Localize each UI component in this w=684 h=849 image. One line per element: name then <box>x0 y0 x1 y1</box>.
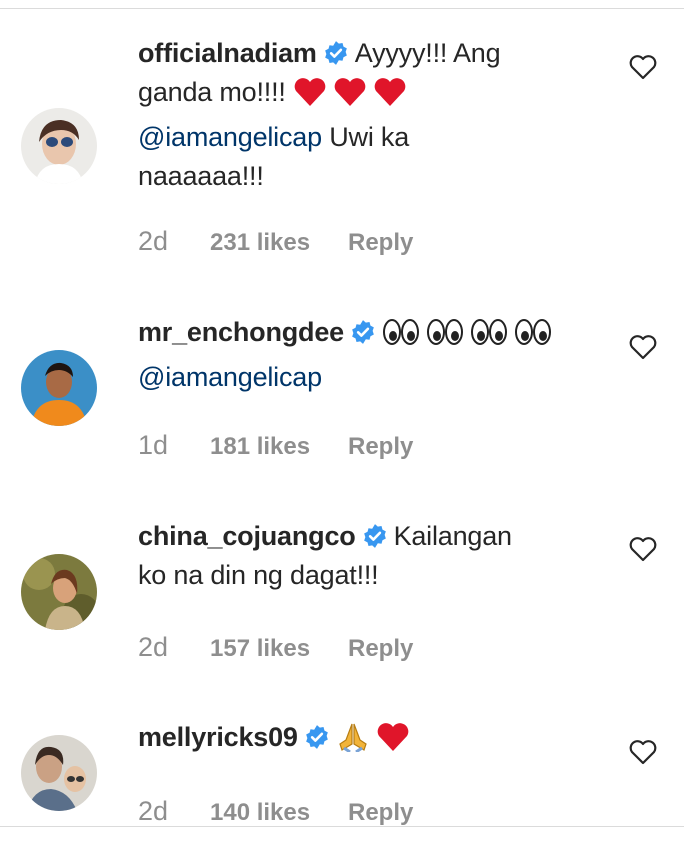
likes-count[interactable]: 140 likes <box>210 799 348 826</box>
comment-username[interactable]: mr_enchongdee <box>138 317 344 347</box>
verified-badge-icon <box>305 725 328 749</box>
comment-meta: 2d 157 likes Reply <box>138 632 413 663</box>
folded-hands-emoji <box>336 722 370 763</box>
comment-time[interactable]: 2d <box>138 796 210 826</box>
red-heart-emoji <box>376 722 410 763</box>
comment-meta: 2d 231 likes Reply <box>138 226 413 257</box>
comment-text: Uwi ka <box>329 122 410 152</box>
reply-button[interactable]: Reply <box>348 799 413 826</box>
eyes-emoji <box>382 317 420 358</box>
eyes-emoji <box>470 317 508 358</box>
comment-time[interactable]: 1d <box>138 430 210 461</box>
comment-text: ganda mo!!!! <box>138 77 286 107</box>
avatar[interactable] <box>21 108 97 184</box>
red-heart-emoji <box>373 77 407 118</box>
comment-username[interactable]: mellyricks09 <box>138 722 298 752</box>
heart-outline-icon[interactable] <box>628 333 658 361</box>
heart-outline-icon[interactable] <box>628 535 658 563</box>
verified-badge-icon <box>324 41 347 65</box>
reply-button[interactable]: Reply <box>348 635 413 663</box>
verified-badge-icon <box>352 320 374 344</box>
comment-username[interactable]: officialnadiam <box>138 38 317 68</box>
comment-time[interactable]: 2d <box>138 632 210 663</box>
comment-text: Ayyyy!!! Ang <box>354 38 501 68</box>
mention-link[interactable]: @iamangelicap <box>138 122 322 152</box>
bottom-divider <box>0 826 684 827</box>
comment-meta: 2d 140 likes Reply <box>138 796 413 826</box>
heart-outline-icon[interactable] <box>628 738 658 766</box>
eyes-emoji <box>426 317 464 358</box>
avatar[interactable] <box>21 735 97 811</box>
comment-list: officialnadiam Ayyyy!!! Ang ganda mo!!!! … <box>0 0 684 826</box>
avatar[interactable] <box>21 554 97 630</box>
comment-text: ko na din ng dagat!!! <box>138 560 379 590</box>
reply-button[interactable]: Reply <box>348 433 413 461</box>
mention-link[interactable]: @iamangelicap <box>138 362 322 392</box>
likes-count[interactable]: 157 likes <box>210 635 348 663</box>
red-heart-emoji <box>293 77 327 118</box>
avatar[interactable] <box>21 350 97 426</box>
comment-meta: 1d 181 likes Reply <box>138 430 413 461</box>
comment-username[interactable]: china_cojuangco <box>138 521 356 551</box>
heart-outline-icon[interactable] <box>628 53 658 81</box>
eyes-emoji <box>514 317 552 358</box>
reply-button[interactable]: Reply <box>348 229 413 257</box>
comment-text: naaaaaa!!! <box>138 161 264 191</box>
verified-badge-icon <box>363 524 386 548</box>
comment-time[interactable]: 2d <box>138 226 210 257</box>
likes-count[interactable]: 231 likes <box>210 229 348 257</box>
comment-text: Kailangan <box>393 521 513 551</box>
red-heart-emoji <box>333 77 367 118</box>
likes-count[interactable]: 181 likes <box>210 433 348 461</box>
